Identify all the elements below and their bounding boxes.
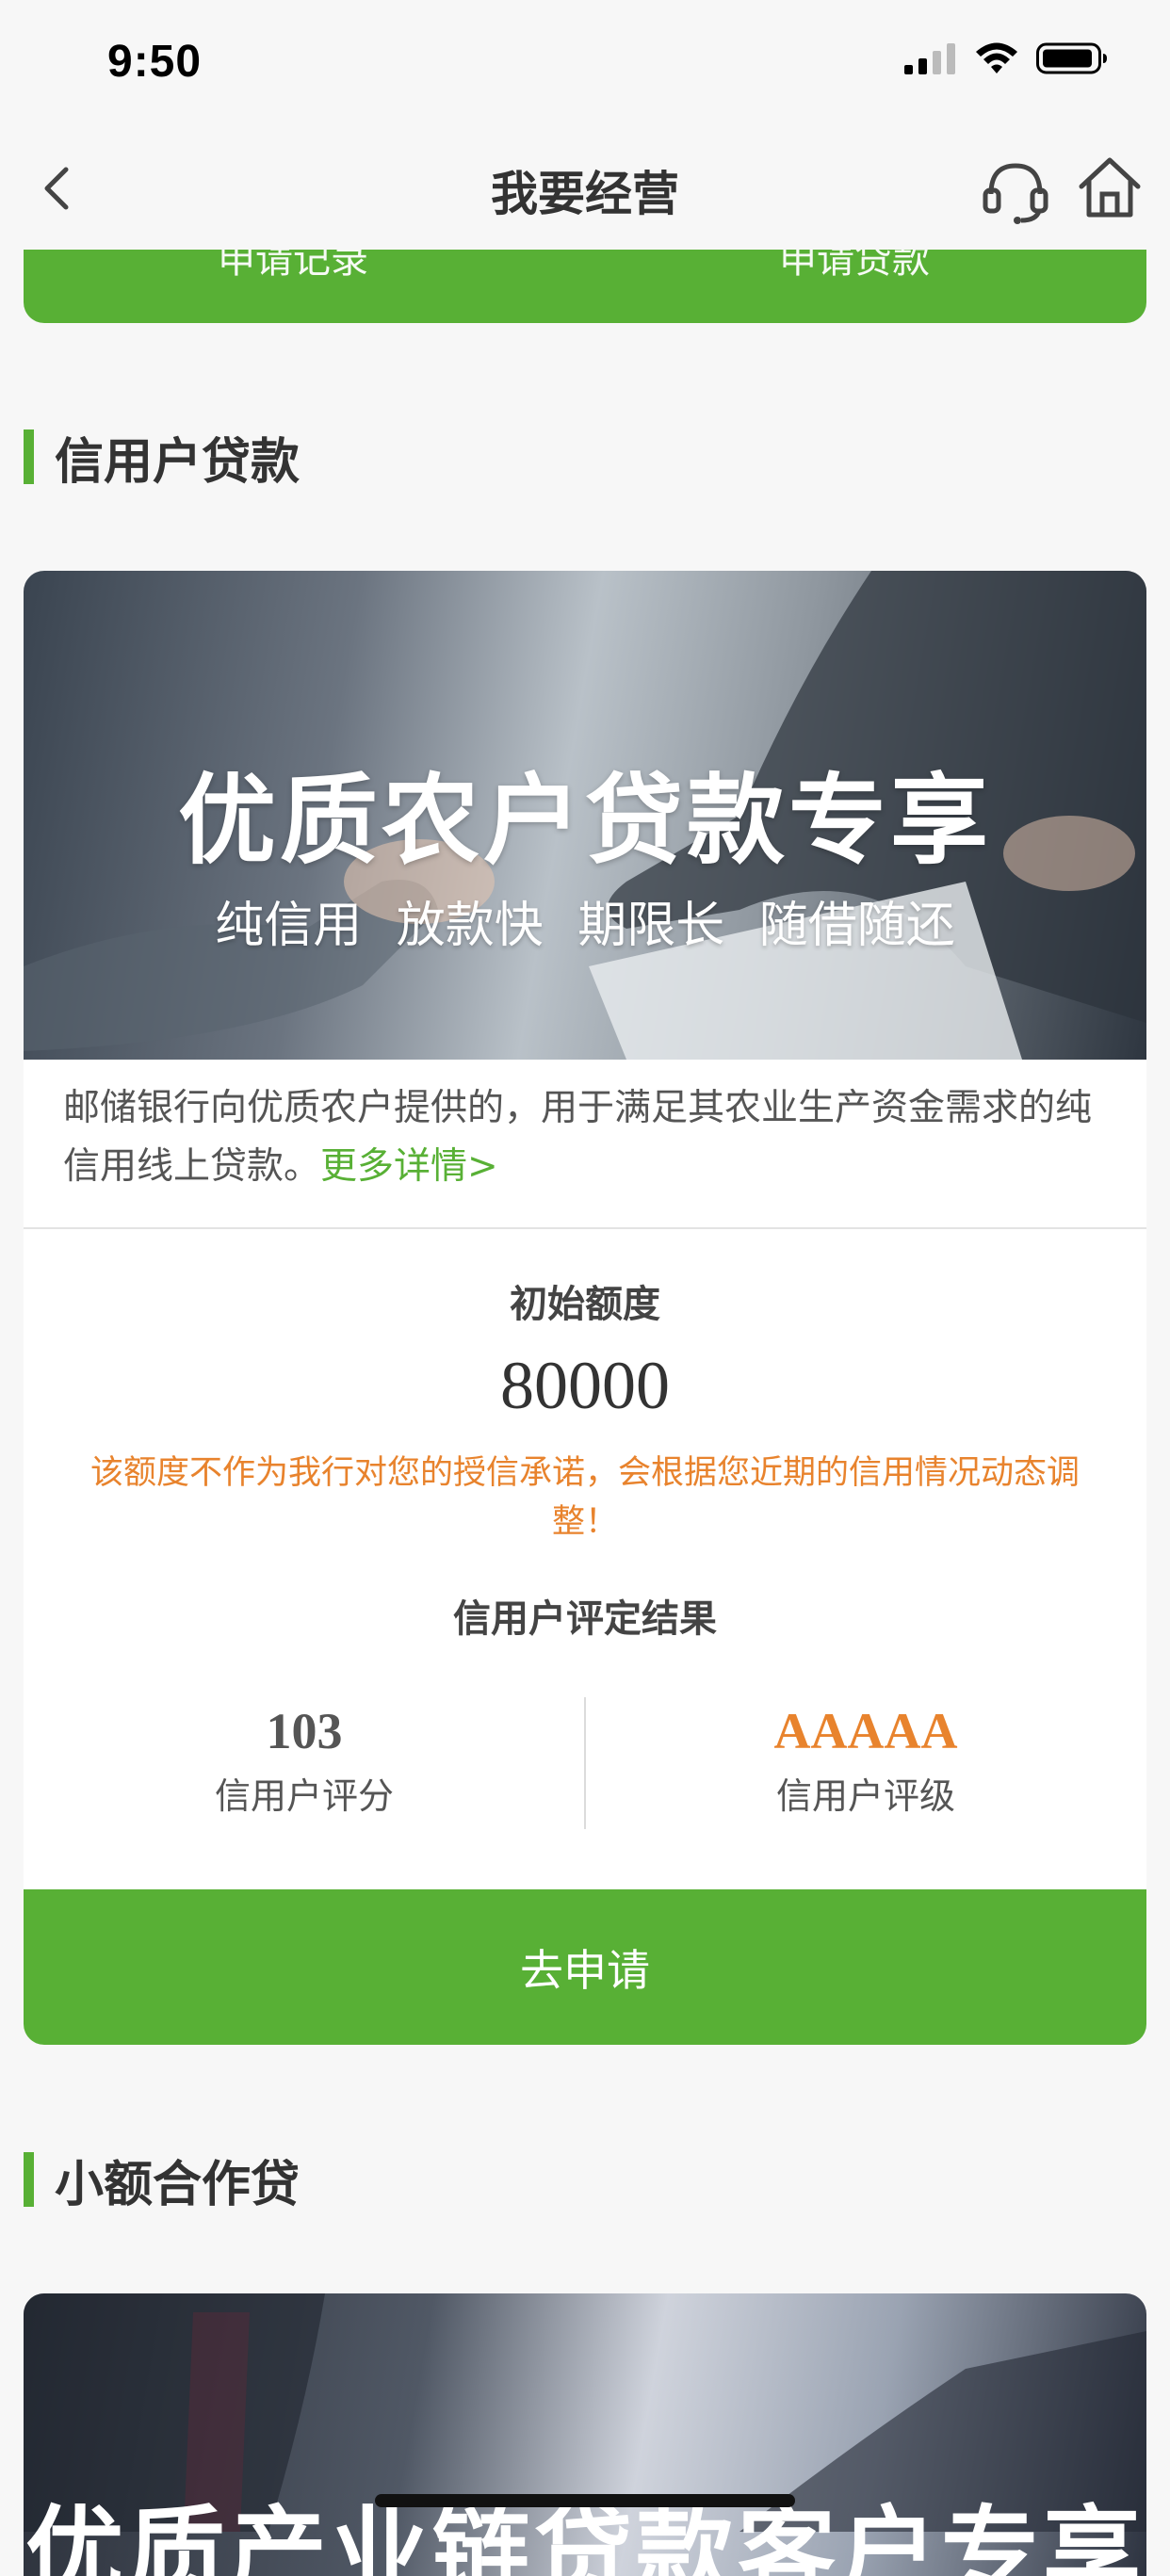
limit-notice: 该额度不作为我行对您的授信承诺，会根据您近期的信用情况动态调整！ bbox=[89, 1454, 1080, 1541]
application-records-button[interactable]: 申请记录 bbox=[218, 250, 368, 284]
battery-icon bbox=[1036, 42, 1107, 74]
home-icon bbox=[1079, 157, 1141, 218]
go-apply-button[interactable]: 去申请 bbox=[24, 1889, 1146, 2045]
banner-title: 优质产业链贷款客户专享 bbox=[24, 2495, 1145, 2576]
credit-rating: AAAAA 信用户评级 bbox=[585, 1701, 1146, 1819]
home-indicator bbox=[375, 2494, 795, 2507]
description-text: 邮储银行向优质农户提供的，用于满足其农业生产资金需求的纯信用线上贷款。 bbox=[63, 1087, 1093, 1188]
nav-bar: 我要经营 bbox=[0, 132, 1170, 250]
section-header-credit: 信用户贷款 bbox=[24, 429, 300, 491]
banner-subtitle: 纯信用 放款快 期限长 随借随还 bbox=[215, 898, 955, 954]
divider bbox=[24, 1227, 1146, 1229]
apply-loan-button[interactable]: 申请贷款 bbox=[779, 250, 930, 284]
home-button[interactable] bbox=[1074, 151, 1146, 222]
credit-rating-label: 信用户评级 bbox=[775, 1775, 955, 1817]
top-action-bar: 申请记录 申请贷款 bbox=[24, 250, 1146, 323]
initial-limit-label: 初始额度 bbox=[510, 1283, 660, 1326]
status-time: 9:50 bbox=[107, 37, 203, 87]
credit-score-value: 103 bbox=[266, 1703, 343, 1759]
section-title: 小额合作贷 bbox=[55, 2156, 301, 2213]
credit-score: 103 信用户评分 bbox=[24, 1701, 585, 1819]
signal-icon bbox=[904, 43, 955, 74]
section-title: 信用户贷款 bbox=[55, 433, 301, 491]
section-accent-bar bbox=[24, 429, 34, 484]
credit-loan-card: 优质农户贷款专享 纯信用 放款快 期限长 随借随还 邮储银行向优质农户提供的，用… bbox=[24, 571, 1146, 2045]
status-bar: 9:50 bbox=[0, 0, 1170, 132]
customer-service-button[interactable] bbox=[980, 154, 1051, 226]
headset-icon bbox=[983, 163, 1048, 224]
credit-rating-value: AAAAA bbox=[773, 1703, 958, 1759]
initial-limit-value: 80000 bbox=[500, 1348, 670, 1423]
section-header-small-loan: 小额合作贷 bbox=[24, 2151, 300, 2213]
credit-score-label: 信用户评分 bbox=[214, 1775, 394, 1817]
more-details-link[interactable]: 更多详情> bbox=[320, 1145, 498, 1188]
section-accent-bar bbox=[24, 2152, 34, 2207]
banner-title: 优质农户贷款专享 bbox=[177, 763, 992, 878]
wifi-icon bbox=[976, 42, 1017, 73]
status-icons bbox=[904, 41, 1108, 75]
credit-result-label: 信用户评定结果 bbox=[453, 1597, 717, 1641]
promo-banner[interactable]: 优质农户贷款专享 纯信用 放款快 期限长 随借随还 bbox=[24, 571, 1146, 1060]
loan-description: 邮储银行向优质农户提供的，用于满足其农业生产资金需求的纯信用线上贷款。更多详情> bbox=[63, 1079, 1118, 1196]
small-loan-banner[interactable]: 优质产业链贷款客户专享 bbox=[24, 2293, 1146, 2576]
